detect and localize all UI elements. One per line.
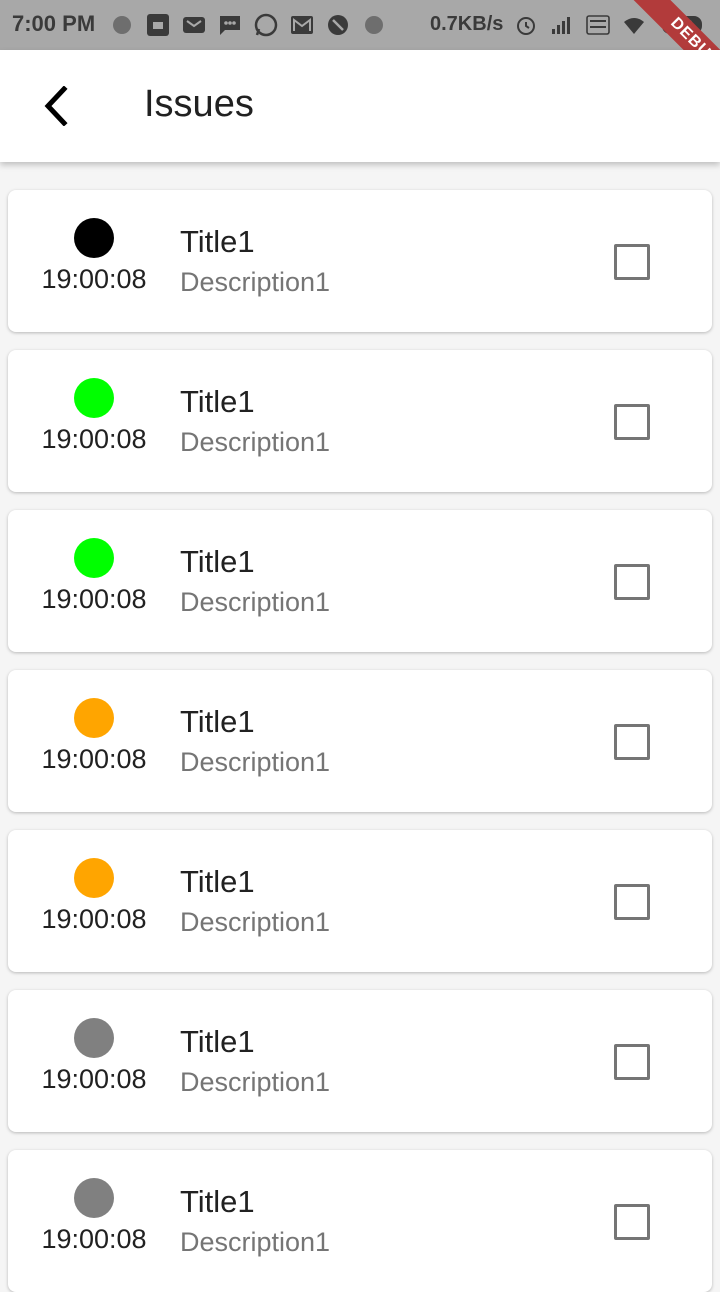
wifi-icon xyxy=(624,18,644,34)
issue-card[interactable]: 19:00:08 Title1 Description1 xyxy=(8,350,712,492)
issue-time: 19:00:08 xyxy=(41,264,147,294)
issue-checkbox[interactable] xyxy=(614,1044,650,1080)
issue-card[interactable]: 19:00:08 Title1 Description1 xyxy=(8,990,712,1132)
whatsapp-icon xyxy=(254,13,278,37)
issue-description: Description1 xyxy=(180,747,331,777)
status-dot-icon xyxy=(74,1018,114,1058)
issue-title: Title1 xyxy=(180,864,255,899)
page-title: Issues xyxy=(144,83,254,125)
issue-time: 19:00:08 xyxy=(41,904,147,934)
issue-card[interactable]: 19:00:08 Title1 Description1 xyxy=(8,1150,712,1292)
alarm-icon xyxy=(517,17,535,35)
status-dot-icon xyxy=(74,378,114,418)
issue-description: Description1 xyxy=(180,907,331,937)
issue-time: 19:00:08 xyxy=(41,584,147,614)
volte-icon xyxy=(586,15,610,35)
issue-title: Title1 xyxy=(180,1024,255,1059)
issue-card[interactable]: 19:00:08 Title1 Description1 xyxy=(8,830,712,972)
notification-dot-icon xyxy=(113,16,131,34)
issue-card[interactable]: 19:00:08 Title1 Description1 xyxy=(8,510,712,652)
issue-description: Description1 xyxy=(180,1067,331,1097)
notification-dot-icon xyxy=(365,16,383,34)
mi-app-icon xyxy=(147,14,169,36)
status-dot-icon xyxy=(74,858,114,898)
issue-description: Description1 xyxy=(180,587,331,617)
signal-icon xyxy=(552,17,570,34)
issue-time: 19:00:08 xyxy=(41,1064,147,1094)
status-time: 7:00 PM xyxy=(12,11,96,36)
back-button[interactable] xyxy=(28,78,84,134)
network-speed: 0.7KB/s xyxy=(430,13,504,35)
issue-title: Title1 xyxy=(180,384,255,419)
arrow-back-icon xyxy=(44,86,68,126)
issue-title: Title1 xyxy=(180,704,255,739)
issue-title: Title1 xyxy=(180,544,255,579)
status-bar: 7:00 PM 0.7KB/s 100 DEBUG xyxy=(0,0,720,113)
battery-level: 100 xyxy=(671,17,693,32)
blocked-icon xyxy=(328,15,348,35)
issue-time: 19:00:08 xyxy=(41,424,147,454)
issue-title: Title1 xyxy=(180,224,255,259)
issue-title: Title1 xyxy=(180,1184,255,1219)
issue-description: Description1 xyxy=(180,1227,331,1257)
issue-checkbox[interactable] xyxy=(614,564,650,600)
issue-checkbox[interactable] xyxy=(614,404,650,440)
status-dot-icon xyxy=(74,218,114,258)
issue-time: 19:00:08 xyxy=(41,1224,147,1254)
issue-checkbox[interactable] xyxy=(614,724,650,760)
issue-card[interactable]: 19:00:08 Title1 Description1 xyxy=(8,190,712,332)
mail-icon xyxy=(183,17,205,33)
messages-icon xyxy=(220,16,240,35)
status-dot-icon xyxy=(74,538,114,578)
status-dot-icon xyxy=(74,698,114,738)
gmail-icon xyxy=(291,16,313,34)
issue-time: 19:00:08 xyxy=(41,744,147,774)
issue-checkbox[interactable] xyxy=(614,1204,650,1240)
status-dot-icon xyxy=(74,1178,114,1218)
issue-checkbox[interactable] xyxy=(614,244,650,280)
app-bar: Issues xyxy=(0,50,720,162)
issue-description: Description1 xyxy=(180,427,331,457)
battery-icon: 100 xyxy=(662,16,702,34)
issue-card[interactable]: 19:00:08 Title1 Description1 xyxy=(8,670,712,812)
issue-description: Description1 xyxy=(180,267,331,297)
issue-checkbox[interactable] xyxy=(614,884,650,920)
